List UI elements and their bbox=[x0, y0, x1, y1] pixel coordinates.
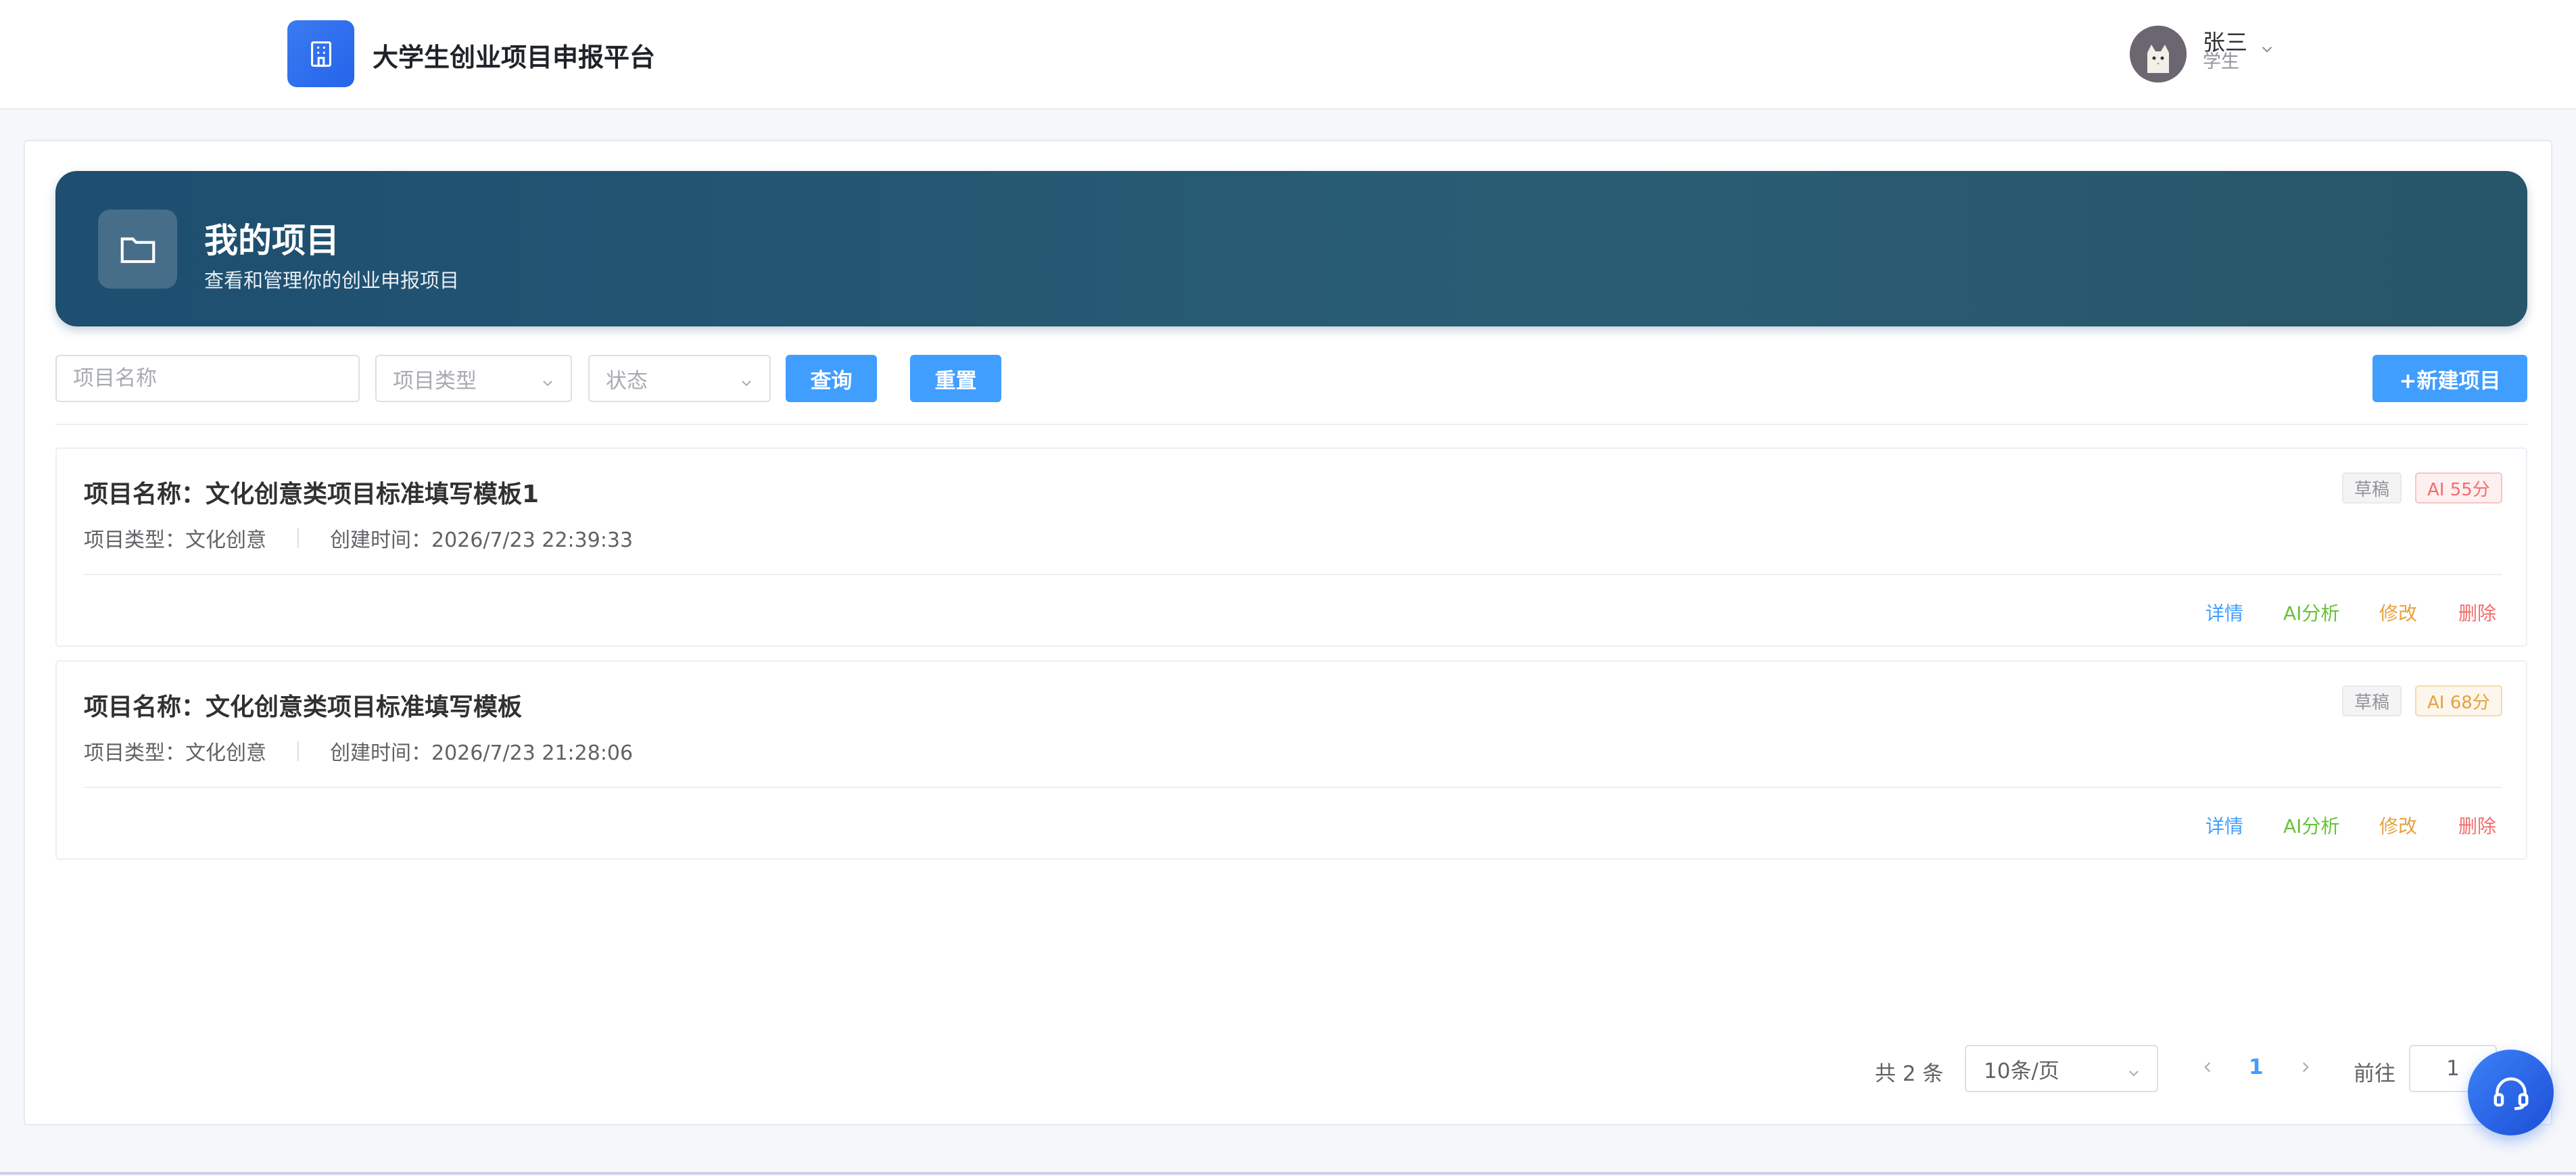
status-select[interactable]: 状态 bbox=[588, 355, 771, 402]
status-badge: 草稿 bbox=[2342, 472, 2402, 504]
user-role: 学生 bbox=[2203, 51, 2239, 72]
avatar[interactable] bbox=[2130, 26, 2187, 82]
logo[interactable] bbox=[287, 20, 354, 87]
page-number-current[interactable]: 1 bbox=[2249, 1055, 2264, 1079]
project-type-select[interactable]: 项目类型 bbox=[375, 355, 572, 402]
folder-icon bbox=[120, 237, 155, 263]
card-divider bbox=[84, 574, 2502, 575]
project-name-input[interactable] bbox=[55, 355, 360, 402]
meta-separator bbox=[297, 528, 299, 548]
chevron-left-icon bbox=[2204, 1062, 2211, 1073]
card-divider bbox=[84, 787, 2502, 788]
ai-analysis-link[interactable]: AI分析 bbox=[2283, 812, 2339, 839]
ai-analysis-link[interactable]: AI分析 bbox=[2283, 599, 2339, 626]
project-card: 项目名称：文化创意类项目标准填写模板 项目类型：文化创意 创建时间：2026/7… bbox=[55, 660, 2527, 860]
next-page-button[interactable] bbox=[2297, 1058, 2314, 1079]
project-name: 项目名称：文化创意类项目标准填写模板1 bbox=[84, 481, 540, 508]
detail-link[interactable]: 详情 bbox=[2205, 599, 2243, 626]
pagination-total: 共 2 条 bbox=[1875, 1062, 1944, 1086]
project-meta: 项目类型：文化创意 创建时间：2026/7/23 21:28:06 bbox=[84, 736, 633, 766]
goto-label: 前往 bbox=[2354, 1062, 2395, 1086]
project-card: 项目名称：文化创意类项目标准填写模板1 项目类型：文化创意 创建时间：2026/… bbox=[55, 447, 2527, 647]
page-subtitle: 查看和管理你的创业申报项目 bbox=[204, 269, 460, 292]
meta-separator bbox=[297, 741, 299, 761]
project-type: 项目类型：文化创意 bbox=[84, 741, 266, 765]
banner-icon-box bbox=[98, 210, 177, 289]
page-size-select[interactable]: 10条/页 bbox=[1965, 1045, 2158, 1092]
app-title: 大学生创业项目申报平台 bbox=[373, 43, 656, 72]
user-name[interactable]: 张三 bbox=[2203, 31, 2247, 53]
edit-link[interactable]: 修改 bbox=[2379, 812, 2417, 839]
ai-score-badge: AI 68分 bbox=[2415, 685, 2502, 716]
page-banner bbox=[55, 171, 2527, 326]
project-created-time: 创建时间：2026/7/23 21:28:06 bbox=[330, 741, 634, 765]
chevron-down-icon[interactable] bbox=[2258, 41, 2276, 61]
project-type: 项目类型：文化创意 bbox=[84, 529, 266, 552]
top-navbar: 大学生创业项目申报平台 张三 学生 bbox=[0, 0, 2576, 109]
project-name: 项目名称：文化创意类项目标准填写模板 bbox=[84, 693, 523, 721]
status-badge: 草稿 bbox=[2342, 685, 2402, 716]
ai-score-badge: AI 55分 bbox=[2415, 472, 2502, 504]
delete-link[interactable]: 删除 bbox=[2458, 812, 2496, 839]
edit-link[interactable]: 修改 bbox=[2379, 599, 2417, 626]
divider bbox=[55, 424, 2527, 425]
chevron-down-icon bbox=[540, 372, 556, 397]
project-created-time: 创建时间：2026/7/23 22:39:33 bbox=[330, 529, 634, 552]
delete-link[interactable]: 删除 bbox=[2458, 599, 2496, 626]
project-name-field[interactable] bbox=[73, 366, 358, 391]
headset-icon bbox=[2494, 1077, 2528, 1110]
detail-link[interactable]: 详情 bbox=[2205, 812, 2243, 839]
bottom-border bbox=[0, 1172, 2576, 1175]
query-button[interactable]: 查询 bbox=[786, 355, 877, 402]
page-size-value: 10条/页 bbox=[1984, 1058, 2059, 1083]
reset-button[interactable]: 重置 bbox=[910, 355, 1001, 402]
cat-avatar-icon bbox=[2130, 26, 2187, 82]
prev-page-button[interactable] bbox=[2199, 1058, 2216, 1079]
building-icon bbox=[310, 41, 331, 67]
support-fab[interactable] bbox=[2468, 1050, 2554, 1135]
page-title: 我的项目 bbox=[204, 221, 339, 260]
project-meta: 项目类型：文化创意 创建时间：2026/7/23 22:39:33 bbox=[84, 523, 633, 553]
chevron-down-icon bbox=[2126, 1062, 2142, 1087]
project-type-placeholder: 项目类型 bbox=[393, 368, 477, 393]
new-project-button[interactable]: +新建项目 bbox=[2372, 355, 2527, 402]
chevron-right-icon bbox=[2302, 1062, 2309, 1073]
status-placeholder: 状态 bbox=[606, 368, 648, 393]
chevron-down-icon bbox=[738, 372, 755, 397]
